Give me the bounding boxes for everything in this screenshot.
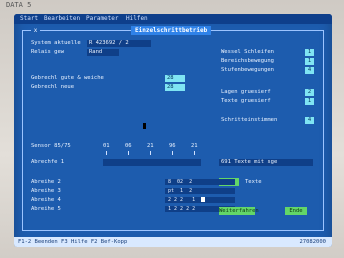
- ruler-tick-label-3: 21: [147, 143, 154, 149]
- exit-button[interactable]: Ende: [285, 207, 307, 215]
- abreihe-label-3: Abreihe 3: [31, 188, 61, 194]
- ruler-label: Sensor 85/75: [31, 143, 71, 149]
- monitor-bezel: DATA 5: [0, 0, 344, 12]
- right-field-1[interactable]: 1: [305, 49, 314, 56]
- close-icon[interactable]: x: [31, 26, 40, 35]
- ruler-tick-label-5: 21: [191, 143, 198, 149]
- ruler-tick-1: [106, 151, 107, 155]
- menu-item-help[interactable]: Hilfen: [126, 14, 148, 24]
- ruler-tick-5: [194, 151, 195, 155]
- marker-block: [143, 123, 146, 129]
- status-bar: F1-2 Beenden F3 Hilfe F2 Bef-Kopp 270820…: [14, 237, 332, 247]
- right-label-3: Stufenbewegungen: [221, 67, 274, 73]
- right-field-3[interactable]: 4: [305, 67, 314, 74]
- abrechfe-value[interactable]: 691 Texte mit sge: [219, 159, 313, 166]
- relais-label: Relais gew: [31, 49, 65, 55]
- ruler-tick-label-4: 96: [169, 143, 176, 149]
- abreihe-label-5: Abreihe 5: [31, 206, 61, 212]
- abreihe-cells-4[interactable]: 2 2 2 1: [165, 197, 235, 203]
- right-field-2[interactable]: 1: [305, 58, 314, 65]
- menu-bar: Start Bearbeiten Parameter Hilfen: [14, 14, 332, 24]
- gebrechl-field-2[interactable]: 28: [165, 84, 185, 91]
- gebrechl-field-1[interactable]: 28: [165, 75, 185, 82]
- dialog-title: Einzelschrittbetrieb: [131, 26, 212, 35]
- ruler-tick-2: [128, 151, 129, 155]
- abrechfe-label: Abrechfe 1: [31, 159, 65, 165]
- ruler-tick-4: [172, 151, 173, 155]
- abrechfe-field[interactable]: [103, 159, 201, 166]
- abreihe-label-4: Abreihe 4: [31, 197, 61, 203]
- bezel-label: DATA 5: [6, 1, 32, 9]
- menu-item-edit[interactable]: Bearbeiten: [44, 14, 80, 24]
- system-field[interactable]: R 423692 / 2: [87, 40, 151, 47]
- continue-button[interactable]: Weiterfahren: [219, 207, 259, 215]
- menu-item-parameter[interactable]: Parameter: [86, 14, 119, 24]
- gebrechl-label-1: Gebrechl gute & weiche: [31, 75, 104, 81]
- right-label-6: Schritteinstimmen: [221, 117, 278, 123]
- right-field-4[interactable]: 2: [305, 89, 314, 96]
- text-button-label: Texte: [245, 179, 262, 185]
- right-field-5[interactable]: 1: [305, 98, 314, 105]
- photo-background: DATA 5 Start Bearbeiten Parameter Hilfen…: [0, 0, 344, 258]
- abreihe-cells-3[interactable]: pt 1 2: [165, 188, 235, 194]
- cell-cursor: [201, 197, 205, 202]
- system-label: System aktuelle: [31, 40, 81, 46]
- gebrechl-label-2: Gebrechl neue: [31, 84, 75, 90]
- ruler-tick-label-1: 01: [103, 143, 110, 149]
- abreihe-label-2: Abreihe 2: [31, 179, 61, 185]
- right-label-5: Texte gruesierf: [221, 98, 271, 104]
- abreihe-cells-2[interactable]: 8 02 2: [165, 179, 235, 185]
- monitor-screen: Start Bearbeiten Parameter Hilfen x Einz…: [14, 14, 332, 247]
- right-label-2: Bereichsbewegung: [221, 58, 274, 64]
- step-dialog: x Einzelschrittbetrieb System aktuelle R…: [22, 26, 324, 231]
- right-label-4: Lagen gruesierf: [221, 89, 271, 95]
- ruler-tick-3: [150, 151, 151, 155]
- status-keys: F1-2 Beenden F3 Hilfe F2 Bef-Kopp: [18, 239, 128, 245]
- status-date: 27082000: [299, 239, 327, 245]
- ruler-tick-label-2: 06: [125, 143, 132, 149]
- right-label-1: Wessel Schleifen: [221, 49, 274, 55]
- menu-item-start[interactable]: Start: [20, 14, 38, 24]
- relais-field[interactable]: Rand: [87, 49, 119, 56]
- right-field-6[interactable]: 4: [305, 117, 314, 124]
